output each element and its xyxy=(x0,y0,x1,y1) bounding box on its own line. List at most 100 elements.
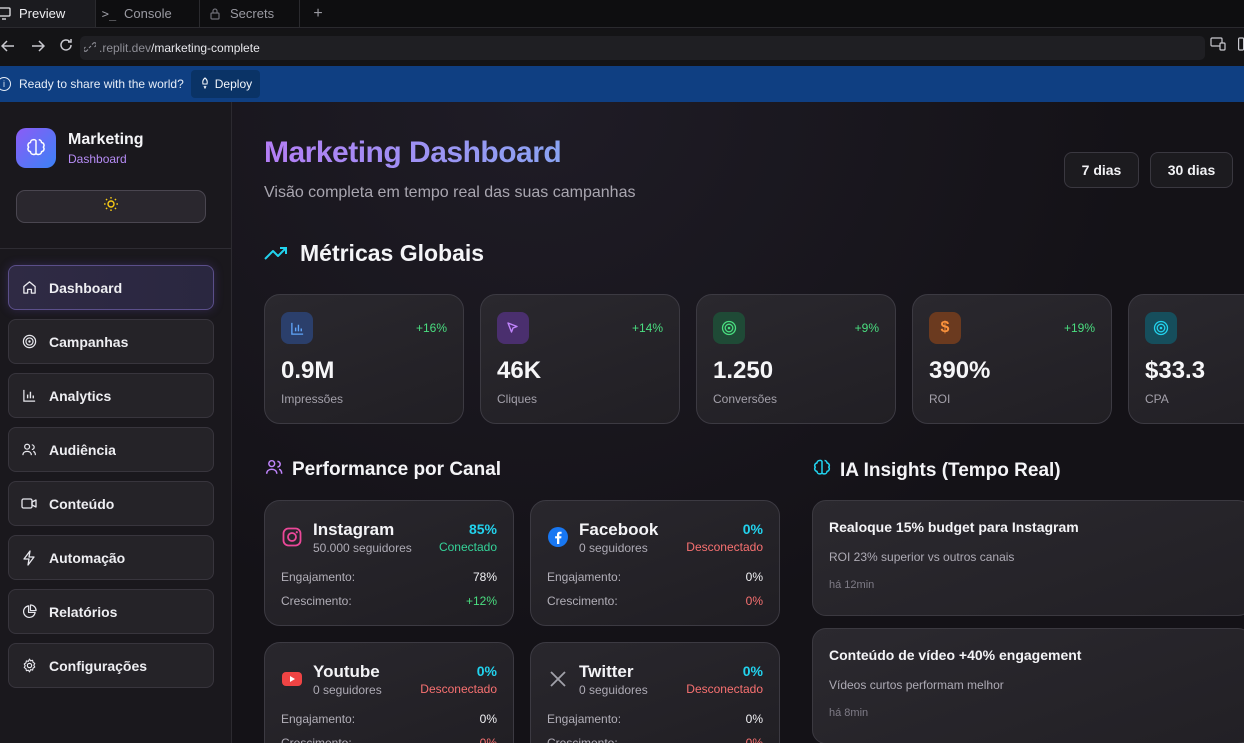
youtube-icon xyxy=(281,668,303,690)
channel-status: Conectado xyxy=(438,540,497,554)
url-field[interactable]: .replit.dev/marketing-complete xyxy=(80,36,1205,60)
channel-percent: 0% xyxy=(742,663,763,679)
tab-secrets[interactable]: Secrets xyxy=(200,0,300,27)
engagement-row: Engajamento: 0% xyxy=(547,712,763,726)
engagement-label: Engajamento: xyxy=(281,712,356,726)
growth-label: Crescimento: xyxy=(281,736,352,743)
url-bar-actions xyxy=(1210,37,1244,56)
sidebar-item-label: Configurações xyxy=(49,657,148,674)
forward-button[interactable] xyxy=(24,34,52,62)
section-title: IA Insights (Tempo Real) xyxy=(840,460,1061,481)
sun-icon xyxy=(103,196,119,217)
channel-card-facebook: Facebook 0 seguidores 0% Desconectado En… xyxy=(530,500,780,626)
metric-value: 390% xyxy=(929,357,991,384)
channel-card-twitter: Twitter 0 seguidores 0% Desconectado Eng… xyxy=(530,642,780,743)
facebook-icon xyxy=(547,526,569,548)
main-content: Marketing Dashboard Visão completa em te… xyxy=(232,102,1244,743)
channel-percent: 85% xyxy=(468,521,497,537)
insight-card[interactable]: Conteúdo de vídeo +40% engagement Vídeos… xyxy=(812,628,1244,743)
engagement-label: Engajamento: xyxy=(281,570,356,584)
sidebar-item-relatorios[interactable]: Relatórios xyxy=(8,589,214,634)
channel-status: Desconectado xyxy=(420,682,497,696)
insight-card[interactable]: Realoque 15% budget para Instagram ROI 2… xyxy=(812,500,1244,616)
sidebar-item-label: Conteúdo xyxy=(49,495,115,512)
reload-icon xyxy=(59,38,73,57)
brain-icon xyxy=(812,458,832,484)
deploy-label: Deploy xyxy=(214,77,253,91)
insight-time: há 12min xyxy=(829,579,875,591)
arrow-right-icon xyxy=(31,39,46,57)
back-button[interactable] xyxy=(0,34,22,62)
sidebar-item-label: Dashboard xyxy=(49,279,123,296)
growth-value: 0% xyxy=(745,736,763,743)
devices-icon[interactable] xyxy=(1210,37,1226,56)
tab-label: Secrets xyxy=(230,6,275,21)
channel-status: Desconectado xyxy=(686,540,763,554)
channel-card-instagram: Instagram 50.000 seguidores 85% Conectad… xyxy=(264,500,514,626)
range-30-days-button[interactable]: 30 dias xyxy=(1150,152,1233,188)
metric-label: Conversões xyxy=(713,392,778,406)
sidebar-divider xyxy=(0,248,231,249)
dollar-icon: $ xyxy=(929,312,961,344)
channel-percent: 0% xyxy=(476,663,497,679)
sidebar-item-conteudo[interactable]: Conteúdo xyxy=(8,481,214,526)
metric-value: 1.250 xyxy=(713,357,774,384)
target-icon xyxy=(713,312,745,344)
metric-label: ROI xyxy=(929,392,951,406)
bar-chart-icon xyxy=(21,388,37,404)
browser-tab-bar: Preview >_ Console Secrets + xyxy=(0,0,1244,28)
tab-preview[interactable]: Preview xyxy=(0,0,96,27)
users-icon xyxy=(264,458,284,482)
lightning-icon xyxy=(21,549,37,566)
section-title: Métricas Globais xyxy=(300,240,485,266)
growth-row: Crescimento: 0% xyxy=(547,594,763,608)
channel-percent: 0% xyxy=(742,521,763,537)
metric-label: Cliques xyxy=(497,392,538,406)
tab-console[interactable]: >_ Console xyxy=(96,0,200,27)
sidebar-item-campanhas[interactable]: Campanhas xyxy=(8,319,214,364)
phone-icon[interactable] xyxy=(1238,37,1244,56)
range-7-days-button[interactable]: 7 dias xyxy=(1064,152,1139,188)
tab-label: Preview xyxy=(19,6,66,21)
channel-name: Instagram xyxy=(313,520,395,539)
brand-subtitle: Dashboard xyxy=(68,151,127,166)
insight-description: ROI 23% superior vs outros canais xyxy=(829,550,1015,564)
insight-time: há 8min xyxy=(829,707,869,719)
sidebar-item-label: Relatórios xyxy=(49,603,118,620)
monitor-icon xyxy=(0,7,11,21)
sidebar-item-configuracoes[interactable]: Configurações xyxy=(8,643,214,688)
terminal-icon: >_ xyxy=(101,6,117,21)
video-icon xyxy=(21,496,37,512)
page-subtitle: Visão completa em tempo real das suas ca… xyxy=(264,184,636,201)
tab-label: Console xyxy=(124,6,172,21)
metric-card-cliques: +14% 46K Cliques xyxy=(480,294,680,424)
growth-row: Crescimento: +12% xyxy=(281,594,497,608)
theme-toggle-button[interactable] xyxy=(16,190,206,223)
sidebar-item-dashboard[interactable]: Dashboard xyxy=(8,265,214,310)
metric-card-cpa: $33.3 CPA xyxy=(1128,294,1244,424)
page-title: Marketing Dashboard xyxy=(264,136,562,169)
growth-value: +12% xyxy=(465,594,497,608)
target-icon xyxy=(1145,312,1177,344)
channel-followers: 0 seguidores xyxy=(579,683,648,697)
new-tab-button[interactable]: + xyxy=(300,0,336,27)
sidebar-item-audiencia[interactable]: Audiência xyxy=(8,427,214,472)
brand-title: Marketing xyxy=(68,130,144,148)
engagement-row: Engajamento: 78% xyxy=(281,570,497,584)
sidebar-item-label: Audiência xyxy=(49,441,116,458)
growth-label: Crescimento: xyxy=(547,594,618,608)
engagement-label: Engajamento: xyxy=(547,570,622,584)
rocket-icon xyxy=(199,76,211,92)
channel-card-youtube: Youtube 0 seguidores 0% Desconectado Eng… xyxy=(264,642,514,743)
metric-card-roi: $ +19% 390% ROI xyxy=(912,294,1112,424)
reload-button[interactable] xyxy=(52,34,80,62)
channel-status: Desconectado xyxy=(686,682,763,696)
metric-label: CPA xyxy=(1145,392,1169,406)
sidebar-item-analytics[interactable]: Analytics xyxy=(8,373,214,418)
bar-chart-icon xyxy=(281,312,313,344)
brain-icon xyxy=(16,128,56,168)
sidebar-item-automacao[interactable]: Automação xyxy=(8,535,214,580)
section-title: Performance por Canal xyxy=(292,459,502,480)
deploy-button[interactable]: Deploy xyxy=(190,70,261,98)
cursor-icon xyxy=(497,312,529,344)
